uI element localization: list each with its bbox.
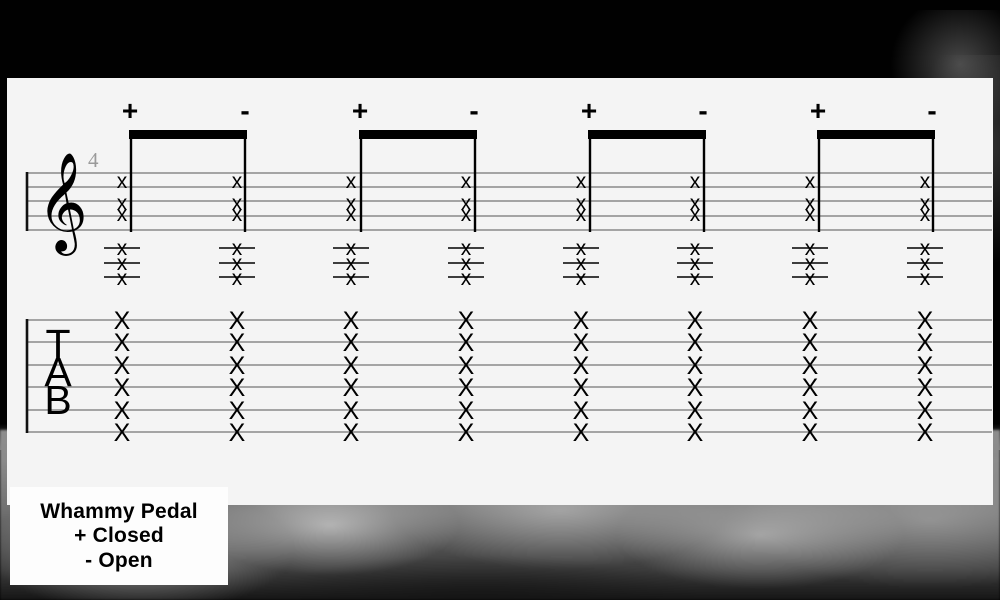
note-column-2: - x x x x x x X X X X X X: [219, 95, 255, 447]
note-column-1: + x x x x x x X X X X X X: [104, 95, 247, 447]
measure-number: 4: [88, 148, 99, 172]
legend-title: Whammy Pedal: [40, 499, 198, 523]
svg-text:x: x: [232, 203, 243, 226]
whammy-pedal-legend: Whammy Pedal + Closed - Open: [10, 487, 228, 585]
noteheads-tab-8: X X X X X X: [917, 307, 934, 447]
svg-text:X: X: [458, 419, 475, 447]
svg-text:X: X: [229, 419, 246, 447]
svg-text:x: x: [232, 170, 243, 193]
articulation-minus-6: -: [698, 95, 707, 126]
svg-text:x: x: [461, 170, 472, 193]
noteheads-tab-2: X X X X X X: [229, 307, 246, 447]
svg-text:x: x: [461, 203, 472, 226]
svg-text:x: x: [690, 203, 701, 226]
svg-text:x: x: [805, 170, 816, 193]
beam-3: [588, 130, 706, 139]
note-column-8: - x x x x x x X X X X X X: [907, 95, 943, 447]
svg-text:x: x: [346, 203, 357, 226]
svg-text:x: x: [805, 267, 816, 290]
note-column-7: + x x x x x x X X X X X X: [792, 95, 935, 447]
svg-text:X: X: [802, 419, 819, 447]
svg-text:X: X: [687, 419, 704, 447]
video-frame: 4 𝄞 T A B + x x x x x x X X X X X X - x …: [0, 0, 1000, 600]
svg-text:x: x: [576, 203, 587, 226]
svg-text:B: B: [44, 377, 71, 423]
treble-clef-icon: 𝄞: [37, 152, 88, 256]
legend-plus-closed: + Closed: [74, 524, 164, 548]
standard-staff-lines: [26, 172, 992, 231]
beam-2: [359, 130, 477, 139]
svg-text:X: X: [573, 419, 590, 447]
svg-text:x: x: [346, 267, 357, 290]
noteheads-tab-6: X X X X X X: [687, 307, 704, 447]
svg-text:x: x: [805, 203, 816, 226]
svg-text:x: x: [232, 267, 243, 290]
articulation-plus-3: +: [352, 95, 368, 126]
svg-text:x: x: [920, 267, 931, 290]
svg-text:x: x: [576, 170, 587, 193]
note-column-5: + x x x x x x X X X X X X: [563, 95, 706, 447]
svg-text:x: x: [690, 170, 701, 193]
svg-text:X: X: [917, 419, 934, 447]
articulation-minus-2: -: [240, 95, 249, 126]
svg-text:𝄞: 𝄞: [37, 152, 88, 256]
articulation-plus-7: +: [810, 95, 826, 126]
svg-text:x: x: [576, 267, 587, 290]
svg-text:x: x: [117, 203, 128, 226]
noteheads-tab-1: X X X X X X: [114, 307, 131, 447]
noteheads-tab-3: X X X X X X: [343, 307, 360, 447]
svg-text:x: x: [920, 203, 931, 226]
articulation-plus-5: +: [581, 95, 597, 126]
noteheads-tab-5: X X X X X X: [573, 307, 590, 447]
svg-text:x: x: [461, 267, 472, 290]
articulation-minus-8: -: [927, 95, 936, 126]
articulation-plus-1: +: [122, 95, 138, 126]
note-column-4: - x x x x x x X X X X X X: [448, 95, 484, 447]
svg-text:x: x: [117, 267, 128, 290]
articulation-minus-4: -: [469, 95, 478, 126]
svg-text:x: x: [346, 170, 357, 193]
svg-text:x: x: [920, 170, 931, 193]
note-column-6: - x x x x x x X X X X X X: [677, 95, 713, 447]
note-column-3: + x x x x x x X X X X X X: [333, 95, 477, 447]
legend-minus-open: - Open: [85, 548, 153, 572]
tab-staff-lines: [26, 319, 992, 433]
svg-text:X: X: [114, 419, 131, 447]
beam-4: [817, 130, 935, 139]
noteheads-tab-7: X X X X X X: [802, 307, 819, 447]
svg-text:X: X: [343, 419, 360, 447]
beam-1: [129, 130, 247, 139]
svg-text:x: x: [117, 170, 128, 193]
svg-text:x: x: [690, 267, 701, 290]
tab-clef-label: T A B: [44, 321, 72, 423]
noteheads-tab-4: X X X X X X: [458, 307, 475, 447]
